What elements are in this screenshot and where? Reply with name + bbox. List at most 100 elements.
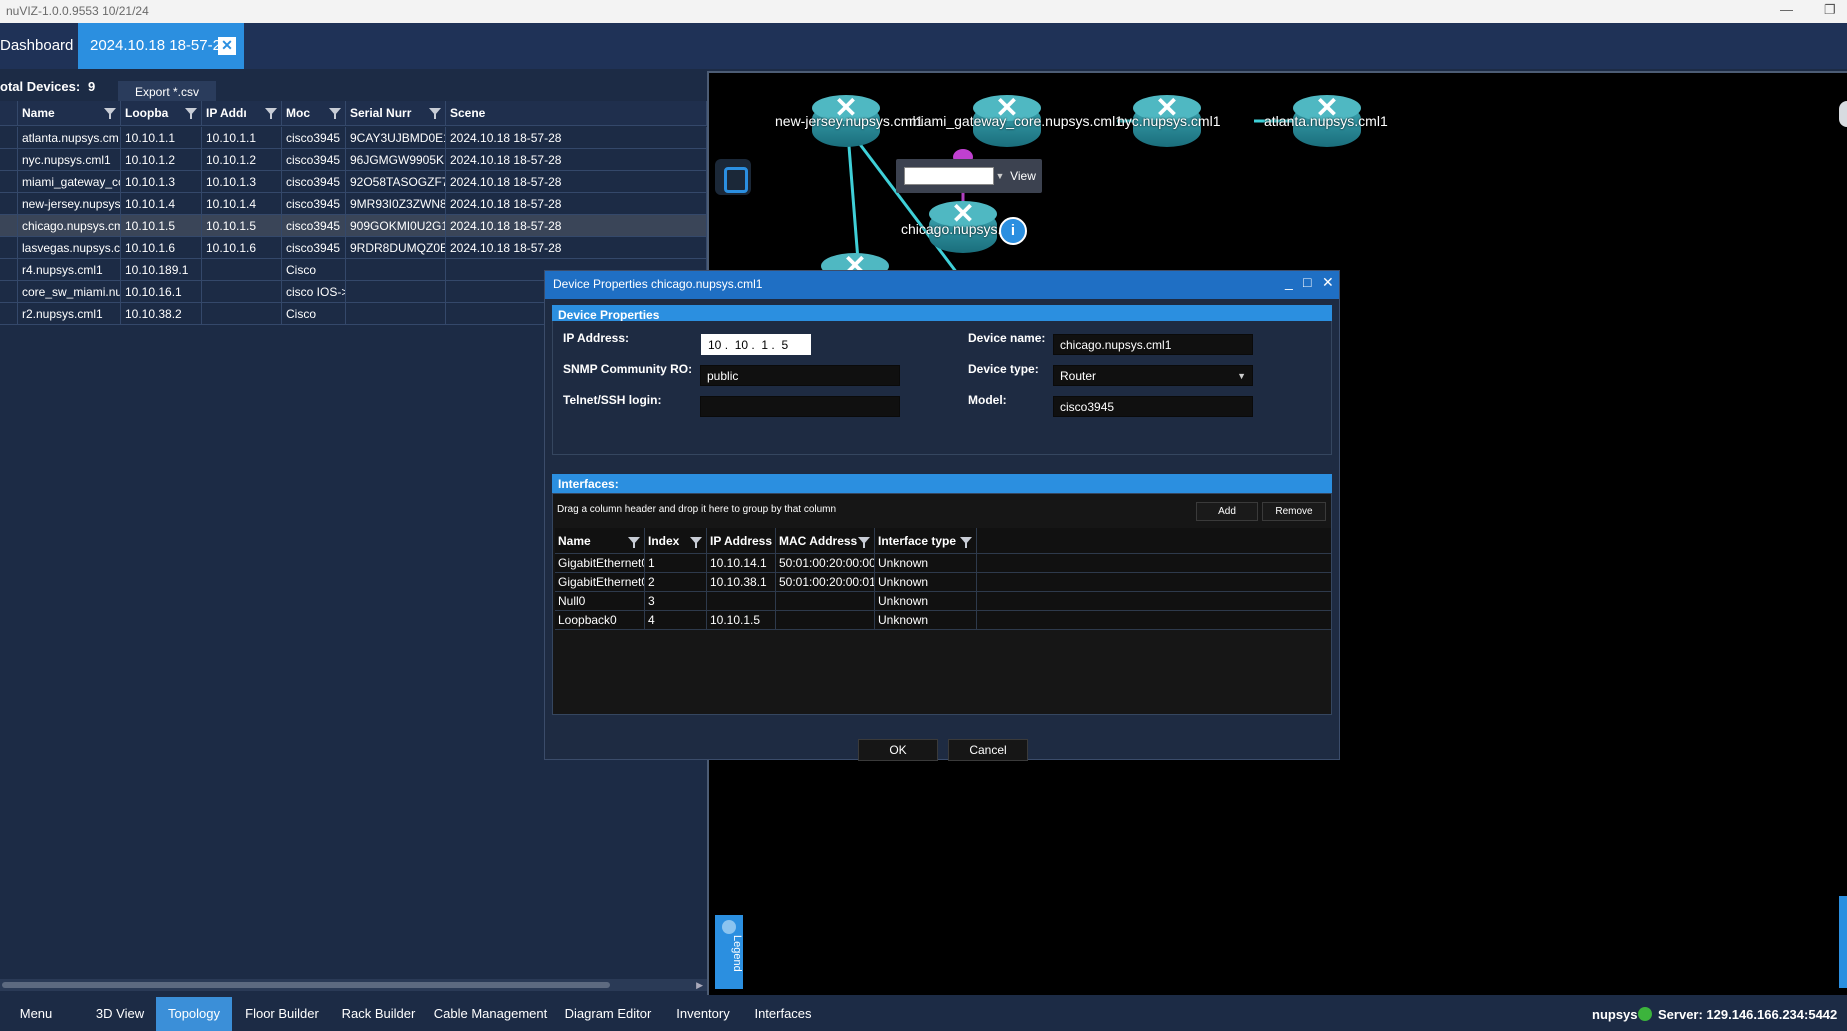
table-row[interactable]: lasvegas.nupsys.cr 10.10.1.6 10.10.1.6 cisc… xyxy=(0,237,707,259)
node-label-atlanta: atlanta.nupsys.cml1 xyxy=(1264,113,1388,129)
remove-interface-button[interactable]: Remove xyxy=(1262,502,1326,521)
bottom-tab[interactable]: Topology xyxy=(156,997,232,1031)
column-header[interactable]: Name xyxy=(18,101,121,126)
view-button[interactable]: View xyxy=(1008,167,1038,185)
tab-dashboard[interactable]: Dashboard xyxy=(0,23,76,69)
row-selector[interactable] xyxy=(0,259,18,281)
filter-icon[interactable] xyxy=(104,108,116,119)
ip-octet-2[interactable]: 10 xyxy=(735,335,748,356)
table-row[interactable]: miami_gateway_cc 10.10.1.3 10.10.1.3 cisco3… xyxy=(0,171,707,193)
table-cell: 10.10.1.3 xyxy=(121,171,202,193)
ok-button[interactable]: OK xyxy=(858,739,938,761)
table-row[interactable]: GigabitEthernet0/0110.10.14.150:01:00:20… xyxy=(555,554,1331,573)
table-cell: Unknown xyxy=(875,611,977,630)
filter-icon[interactable] xyxy=(628,537,640,548)
bottom-tab[interactable]: Inventory xyxy=(660,997,746,1031)
view-select[interactable] xyxy=(904,167,994,185)
table-cell xyxy=(346,303,446,325)
bottom-tab[interactable]: Interfaces xyxy=(746,997,820,1031)
column-header[interactable]: Serial Nurr xyxy=(346,101,446,126)
column-header-label: Serial Nurr xyxy=(350,106,412,120)
bottom-tab[interactable]: 3D View xyxy=(84,997,156,1031)
add-interface-button[interactable]: Add xyxy=(1196,502,1258,521)
legend-expand-icon[interactable] xyxy=(722,920,736,934)
table-row[interactable]: Null0 3 Unknown xyxy=(555,592,1331,611)
column-header[interactable]: Loopba xyxy=(121,101,202,126)
row-selector-header[interactable] xyxy=(0,101,18,126)
toolbox-icon[interactable] xyxy=(715,159,751,195)
table-cell: 10.10.16.1 xyxy=(121,281,202,303)
device-type-value: Router xyxy=(1060,369,1097,383)
column-header[interactable]: IP Addı xyxy=(202,101,282,126)
column-header[interactable]: MAC Address xyxy=(776,528,875,554)
table-cell: Unknown xyxy=(875,554,977,573)
telnet-login-field[interactable] xyxy=(700,396,900,417)
row-selector[interactable] xyxy=(0,149,18,171)
chevron-down-icon[interactable]: ▼ xyxy=(994,167,1006,185)
table-row[interactable]: GigabitEthernet0/1210.10.38.150:01:00:20… xyxy=(555,573,1331,592)
table-row[interactable]: atlanta.nupsys.cm 10.10.1.1 10.10.1.1 cisco… xyxy=(0,127,707,149)
table-row[interactable]: chicago.nupsys.cm 10.10.1.5 10.10.1.5 cisco… xyxy=(0,215,707,237)
ip-address-label: IP Address: xyxy=(563,331,630,345)
row-selector[interactable] xyxy=(0,237,18,259)
column-header[interactable]: Moc xyxy=(282,101,346,126)
cancel-button[interactable]: Cancel xyxy=(948,739,1028,761)
right-side-tab[interactable] xyxy=(1839,896,1847,988)
export-csv-button[interactable]: Export *.csv xyxy=(118,81,216,103)
ip-octet-1[interactable]: 10 xyxy=(708,335,721,356)
filter-icon[interactable] xyxy=(429,108,441,119)
filter-icon[interactable] xyxy=(858,537,870,548)
scroll-right-icon[interactable]: ▶ xyxy=(696,980,703,991)
bottom-tab[interactable]: Menu xyxy=(0,997,72,1031)
minimize-window-icon[interactable]: — xyxy=(1780,2,1793,17)
table-cell: 10.10.1.1 xyxy=(202,127,282,149)
filter-icon[interactable] xyxy=(329,108,341,119)
row-selector[interactable] xyxy=(0,281,18,303)
row-selector[interactable] xyxy=(0,171,18,193)
ip-address-field[interactable]: 10 . 10 . 1 . 5 xyxy=(701,334,811,355)
filter-icon[interactable] xyxy=(690,537,702,548)
ip-octet-3[interactable]: 1 xyxy=(761,335,768,356)
dialog-titlebar[interactable]: Device Properties chicago.nupsys.cml1 _ … xyxy=(545,271,1339,299)
close-icon[interactable]: ✕ xyxy=(1322,274,1334,291)
minimize-icon[interactable]: _ xyxy=(1285,274,1293,290)
table-cell: r4.nupsys.cml1 xyxy=(18,259,121,281)
row-selector[interactable] xyxy=(0,193,18,215)
ip-octet-4[interactable]: 5 xyxy=(781,335,788,356)
device-type-select[interactable]: Router ▼ xyxy=(1053,365,1253,386)
column-header[interactable]: Name xyxy=(555,528,645,554)
legend-tab[interactable]: Legend xyxy=(715,915,743,989)
panel-toggle-handle[interactable] xyxy=(1839,101,1847,127)
device-name-field[interactable]: chicago.nupsys.cml1 xyxy=(1053,334,1253,355)
horizontal-scrollbar[interactable]: ▶ xyxy=(0,979,707,991)
total-devices-label: otal Devices: xyxy=(0,79,81,94)
filter-icon[interactable] xyxy=(265,108,277,119)
table-row[interactable]: Loopback0 4 10.10.1.5 Unknown xyxy=(555,611,1331,630)
table-row[interactable]: new-jersey.nupsys 10.10.1.4 10.10.1.4 cisco… xyxy=(0,193,707,215)
chevron-down-icon[interactable]: ▼ xyxy=(1237,366,1246,387)
row-selector[interactable] xyxy=(0,215,18,237)
table-cell: core_sw_miami.nu xyxy=(18,281,121,303)
table-cell: 10.10.1.4 xyxy=(121,193,202,215)
column-header[interactable]: Index xyxy=(645,528,707,554)
row-selector[interactable] xyxy=(0,303,18,325)
restore-window-icon[interactable]: ❐ xyxy=(1824,2,1836,18)
filter-icon[interactable] xyxy=(960,537,972,548)
table-row[interactable]: nyc.nupsys.cml1 10.10.1.2 10.10.1.2 cisco39… xyxy=(0,149,707,171)
bottom-tab[interactable]: Cable Management xyxy=(425,997,556,1031)
column-header[interactable]: IP Address xyxy=(707,528,776,554)
column-header[interactable]: Scene xyxy=(446,101,707,126)
model-field[interactable]: cisco3945 xyxy=(1053,396,1253,417)
info-icon[interactable]: i xyxy=(999,217,1027,245)
scrollbar-thumb[interactable] xyxy=(2,982,610,988)
bottom-tab[interactable]: Floor Builder xyxy=(232,997,332,1031)
column-header[interactable]: Interface type xyxy=(875,528,977,554)
close-tab-icon[interactable]: ✕ xyxy=(218,37,236,55)
bottom-tab[interactable]: Diagram Editor xyxy=(556,997,660,1031)
tab-scene[interactable]: 2024.10.18 18-57-28 ✕ xyxy=(78,23,244,69)
snmp-community-field[interactable]: public xyxy=(700,365,900,386)
bottom-tab[interactable]: Rack Builder xyxy=(332,997,425,1031)
row-selector[interactable] xyxy=(0,127,18,149)
filter-icon[interactable] xyxy=(185,108,197,119)
maximize-icon[interactable]: □ xyxy=(1303,274,1311,290)
